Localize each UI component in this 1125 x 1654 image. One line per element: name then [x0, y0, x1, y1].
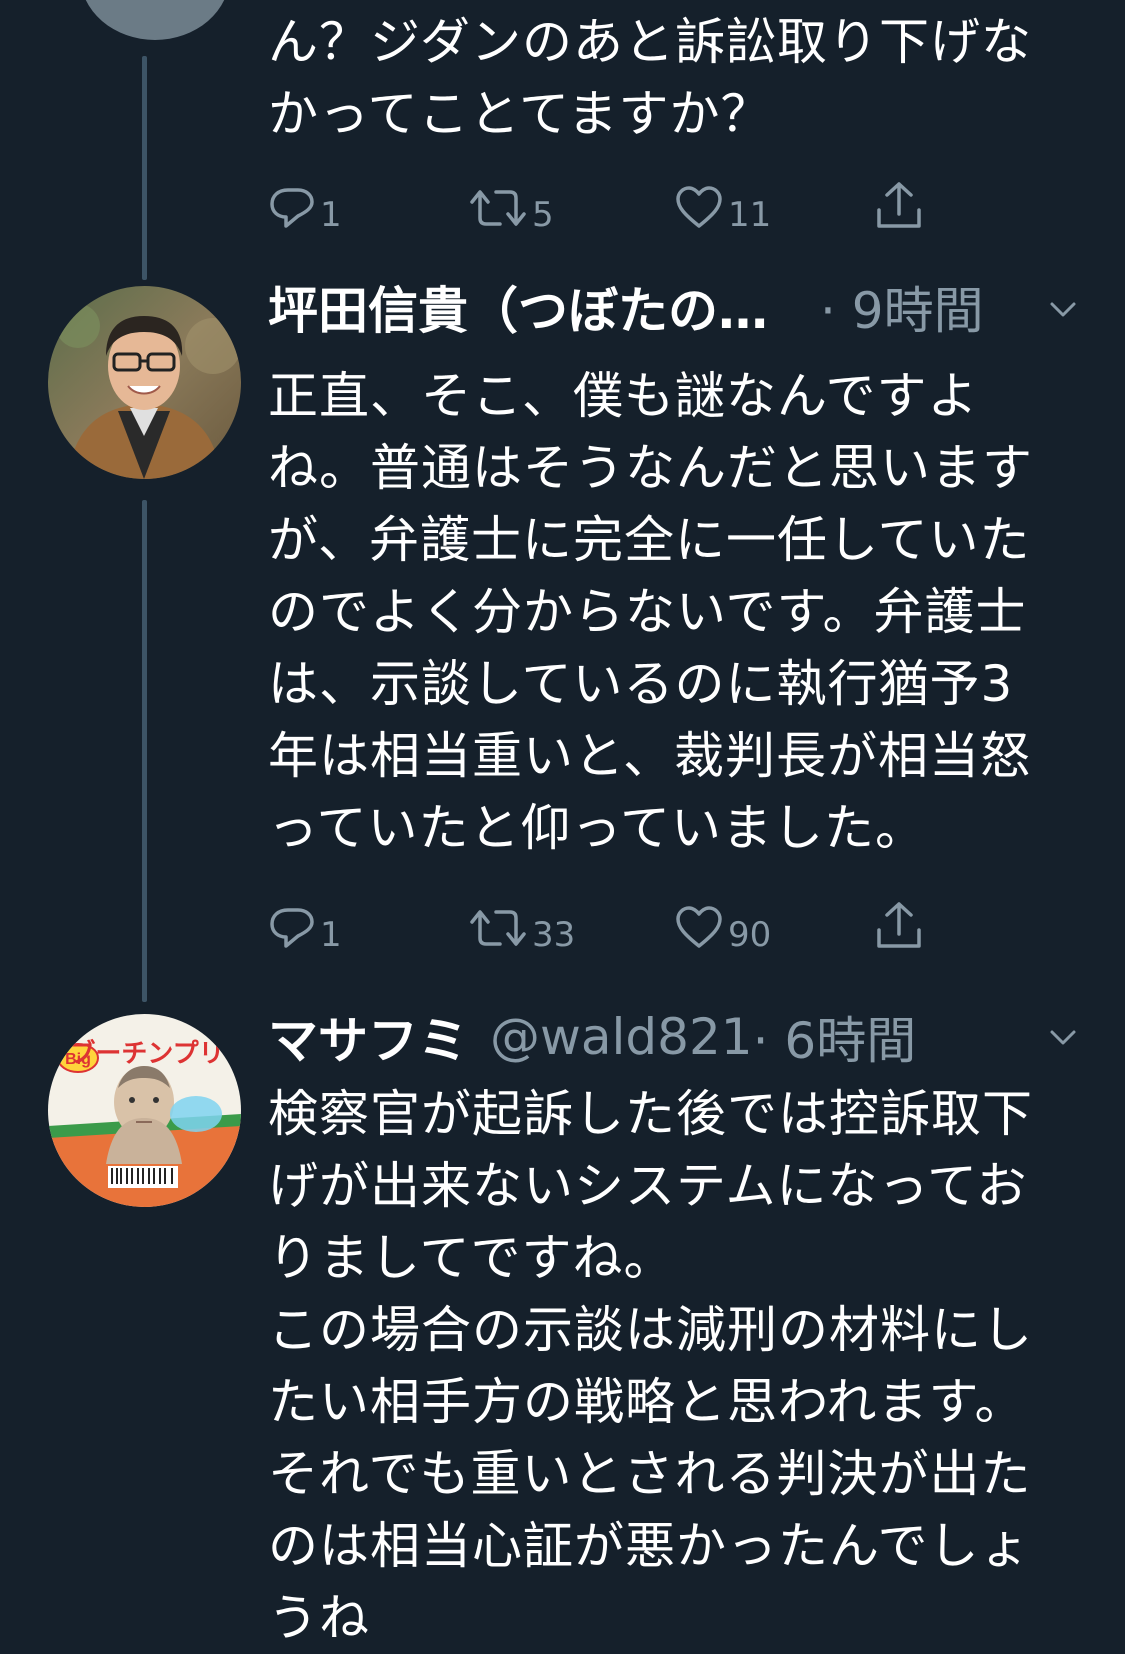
- reply-button[interactable]: 1: [268, 172, 342, 232]
- tweet-line: 年は相当重いと、裁判長が相当怒: [268, 727, 1031, 785]
- tweet-2-actions: 1 33 90: [268, 892, 968, 952]
- chevron-down-icon[interactable]: [1046, 292, 1080, 326]
- author-handle[interactable]: @wald821: [490, 1008, 753, 1066]
- tweet-1-actions: 1 5 11: [268, 172, 968, 232]
- retweet-count: 5: [532, 195, 554, 235]
- like-button[interactable]: 90: [674, 892, 771, 952]
- reply-count: 1: [320, 915, 342, 955]
- like-count: 11: [728, 195, 772, 235]
- avatar-label: ブーチンプリン: [69, 1038, 241, 1069]
- timestamp[interactable]: · 6時間: [753, 1001, 917, 1073]
- timestamp[interactable]: · 9時間: [820, 271, 984, 343]
- tweet-line: のは相当心証が悪かったんでしょ: [268, 1517, 1031, 1575]
- tweet-line: は、示談しているのに執行猶予3: [268, 655, 1014, 713]
- tweet-line: りましてですね。: [268, 1229, 675, 1287]
- author-name[interactable]: 坪田信貴（つぼたの…: [268, 271, 768, 343]
- thread-line-2: [142, 500, 147, 1002]
- share-icon: [877, 902, 921, 948]
- reply-button[interactable]: 1: [268, 892, 342, 952]
- author-name[interactable]: マサフミ: [268, 1001, 468, 1073]
- tweet-line: が、弁護士に完全に一任していた: [268, 511, 1031, 569]
- share-icon: [877, 182, 921, 228]
- share-button[interactable]: [874, 172, 924, 232]
- tweet-2-text: 正直、そこ、僕も謎なんですよ ね。普通はそうなんだと思います が、弁護士に完全に…: [268, 360, 1088, 864]
- retweet-button[interactable]: 5: [468, 172, 554, 232]
- tweet-2-header: 坪田信貴（つぼたの… · 9時間: [268, 272, 984, 342]
- previous-avatar[interactable]: [80, 0, 230, 40]
- tweet-line: それでも重いとされる判決が出た: [268, 1445, 1032, 1503]
- retweet-button[interactable]: 33: [468, 892, 575, 952]
- avatar-tsubota[interactable]: [48, 286, 241, 479]
- tweet-1-text: ん？ジダンのあと訴訟取り下げな かってことてますか？: [268, 6, 1088, 150]
- share-button[interactable]: [874, 892, 924, 952]
- tweet-line: この場合の示談は減刑の材料にし: [268, 1301, 1033, 1359]
- tweet-line: 検察官が起訴した後では控訴取下: [268, 1085, 1033, 1143]
- retweet-count: 33: [532, 915, 576, 955]
- retweet-icon: [470, 190, 526, 226]
- tweet-3-text: 検察官が起訴した後では控訴取下 げが出来ないシステムになってお りましてですね。…: [268, 1078, 1088, 1654]
- tweet-line: げが出来ないシステムになってお: [268, 1157, 1028, 1215]
- reply-icon: [270, 188, 314, 228]
- tweet-line: たい相手方の戦略と思われます。: [268, 1373, 1026, 1431]
- tweet-line: かってことてますか？: [268, 85, 772, 143]
- tweet-line: のでよく分からないです。弁護士: [268, 583, 1027, 641]
- tweet-3-header: マサフミ @wald821 · 6時間: [268, 1002, 916, 1072]
- heart-icon: [676, 906, 722, 948]
- tweet-line: ね。普通はそうなんだと思います: [268, 439, 1033, 497]
- chevron-down-icon[interactable]: [1046, 1020, 1080, 1054]
- avatar-masafumi[interactable]: Big ブーチンプリン: [48, 1014, 241, 1207]
- like-button[interactable]: 11: [674, 172, 771, 232]
- like-count: 90: [728, 915, 772, 955]
- reply-icon: [270, 908, 314, 948]
- tweet-line: ん？ジダンのあと訴訟取り下げな: [268, 13, 1032, 71]
- pudding-cup-avatar-icon: Big ブーチンプリン: [48, 1014, 241, 1207]
- tweet-line: っていたと仰っていました。: [268, 799, 926, 857]
- tweet-line: 正直、そこ、僕も謎なんですよ: [268, 367, 979, 425]
- thread-line-1: [142, 56, 147, 280]
- heart-icon: [676, 186, 722, 228]
- person-avatar-icon: [48, 286, 241, 479]
- retweet-icon: [470, 910, 526, 946]
- reply-count: 1: [320, 195, 342, 235]
- tweet-line: うね: [268, 1589, 370, 1647]
